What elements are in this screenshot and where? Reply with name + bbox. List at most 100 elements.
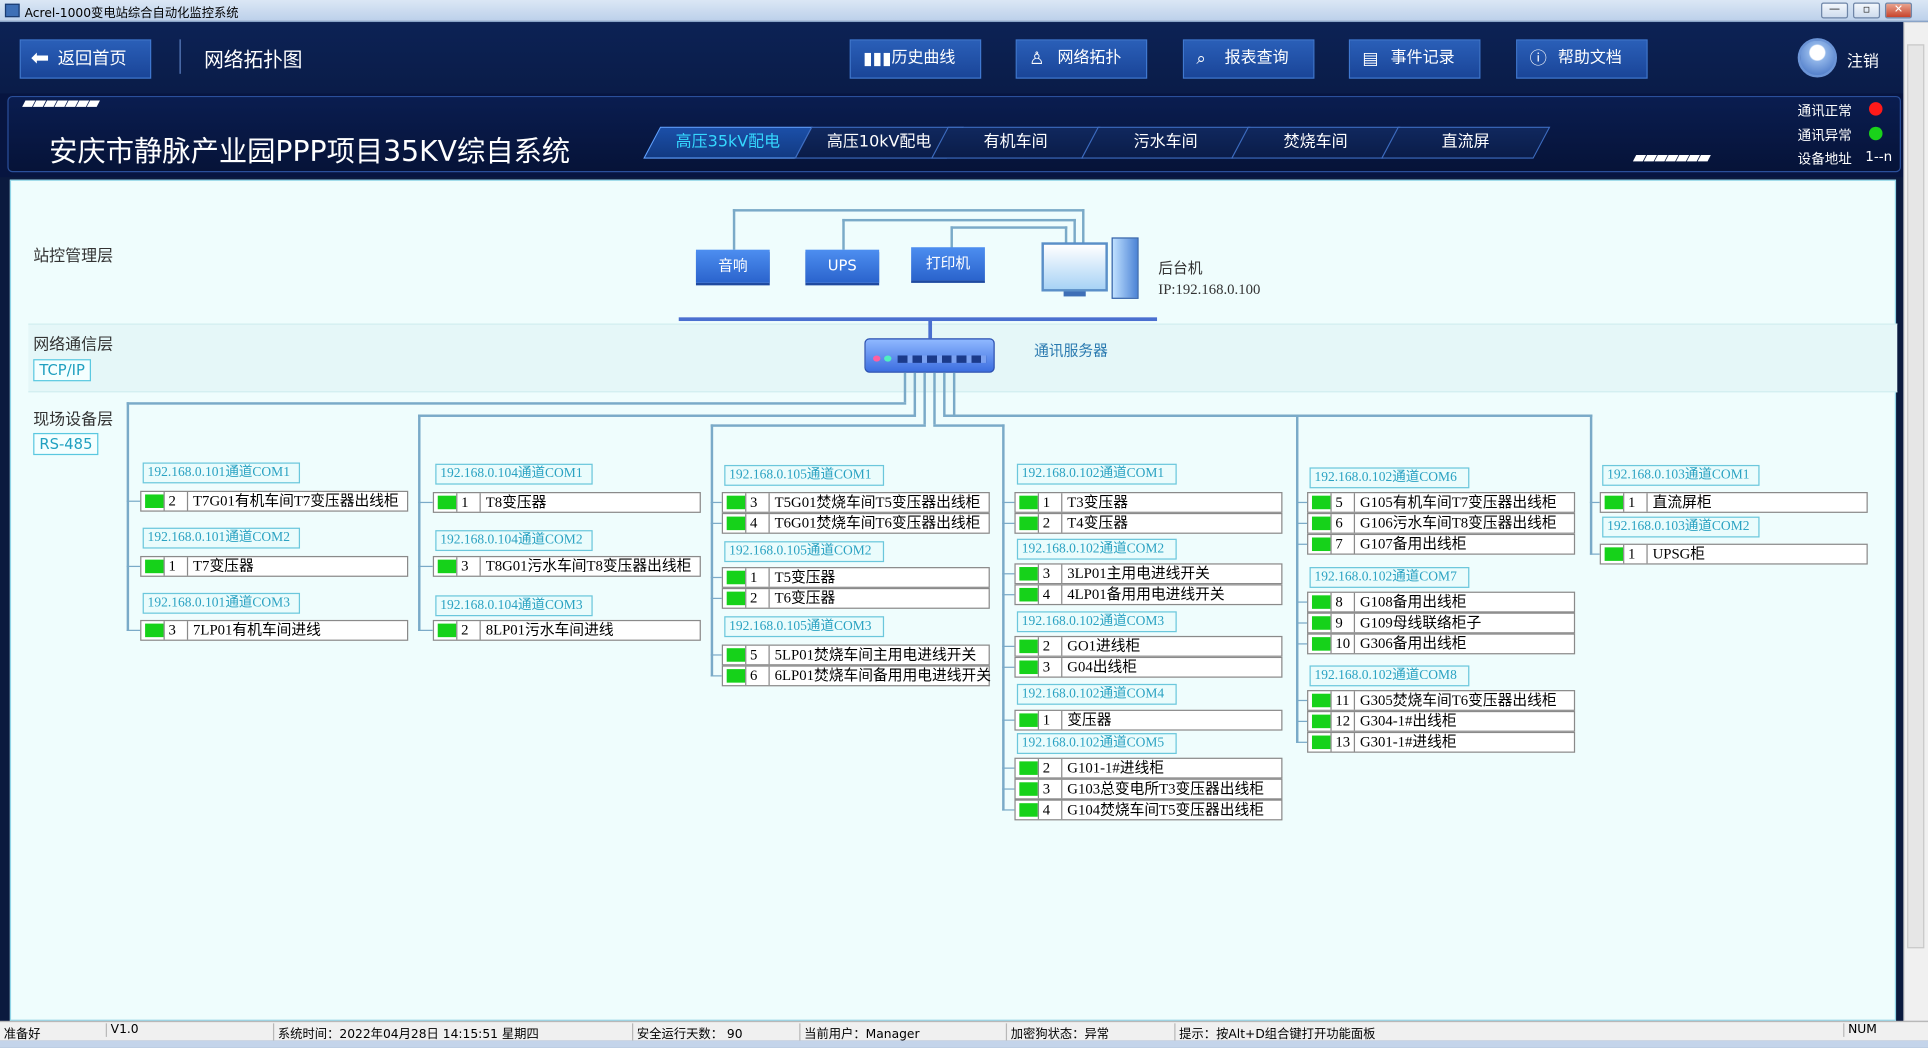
device-row[interactable]: 3 7LP01有机车间进线 [140, 619, 409, 641]
device-row[interactable]: 1 直流屏柜 [1599, 492, 1868, 513]
nav-report-query-button[interactable]: ⌕ 报表查询 [1182, 39, 1315, 79]
host-computer-icon[interactable] [1041, 237, 1144, 301]
device-row[interactable]: 3 G04出线柜 [1014, 656, 1283, 678]
nav-label: 历史曲线 [891, 49, 956, 68]
tab-35kv[interactable]: 高压35kV配电 [643, 126, 813, 159]
status-led-icon [726, 495, 746, 510]
device-row[interactable]: 2 8LP01污水车间进线 [432, 619, 701, 641]
device-number: 5 [745, 645, 770, 665]
device-name: G104焚烧车间T5变压器出线柜 [1067, 800, 1265, 818]
device-row[interactable]: 2 T7G01有机车间T7变压器出线柜 [140, 490, 409, 512]
tab-incineration-workshop[interactable]: 焚烧车间 [1230, 126, 1401, 159]
device-row[interactable]: 9 G109母线联络柜子 [1307, 612, 1576, 634]
tab-sewage-workshop[interactable]: 污水车间 [1080, 126, 1251, 159]
device-speaker-button[interactable]: 音响 [695, 249, 770, 283]
device-row[interactable]: 1 变压器 [1014, 709, 1283, 731]
device-number: 1 [1623, 493, 1648, 512]
status-led-icon [1019, 567, 1038, 581]
status-led-icon [145, 494, 164, 508]
status-comm-error-label: 通讯异常 [1797, 127, 1852, 144]
device-row[interactable]: 3 G103总变电所T3变压器出线柜 [1014, 778, 1283, 800]
status-bar: 准备好 V1.0 系统时间：2022年04月28日 14:15:51 星期四 安… [0, 1020, 1928, 1042]
device-row[interactable]: 2 T4变压器 [1014, 512, 1283, 534]
wire [1002, 767, 1015, 769]
device-row[interactable]: 2 GO1进线柜 [1014, 635, 1283, 657]
device-row[interactable]: 12 G304-1#出线柜 [1307, 710, 1576, 732]
device-row[interactable]: 1 T5变压器 [721, 567, 990, 588]
device-row[interactable]: 3 3LP01主用电进线开关 [1014, 563, 1283, 585]
device-number: 2 [1037, 514, 1063, 533]
status-led-icon [437, 559, 457, 574]
device-row[interactable]: 2 T6变压器 [721, 587, 990, 609]
device-address-value: 1--n [1865, 148, 1893, 165]
scrollbar-thumb[interactable] [1907, 44, 1925, 949]
device-number: 2 [1037, 637, 1063, 656]
device-row[interactable]: 6 6LP01焚烧车间备用用电进线开关 [721, 665, 991, 687]
stripes-decoration-icon: ▰▰▰▰▰▰▰ [22, 93, 100, 114]
wire [950, 226, 953, 250]
device-row[interactable]: 4 4LP01备用用电进线开关 [1014, 584, 1283, 606]
channel-title: 192.168.0.102通道COM2 [1016, 538, 1177, 560]
device-row[interactable]: 4 G104焚烧车间T5变压器出线柜 [1014, 799, 1283, 821]
device-row[interactable]: 2 G101-1#进线柜 [1014, 757, 1283, 779]
nav-event-record-button[interactable]: ▤ 事件记录 [1348, 39, 1481, 79]
nav-network-topology-button[interactable]: ♙ 网络拓扑 [1015, 39, 1148, 79]
wire [933, 372, 936, 425]
tab-dc-panel[interactable]: 直流屏 [1380, 126, 1551, 159]
bus-drop-line [928, 318, 933, 339]
channel-title: 192.168.0.103通道COM1 [1602, 464, 1760, 486]
device-row[interactable]: 3 T8G01污水车间T8变压器出线柜 [432, 555, 701, 577]
nav-history-curve-button[interactable]: ▮▮▮ 历史曲线 [849, 39, 982, 79]
device-printer-button[interactable]: 打印机 [911, 247, 985, 281]
status-led-icon [1019, 761, 1038, 775]
device-name: GO1进线柜 [1067, 637, 1141, 655]
device-row[interactable]: 11 G305焚烧车间T6变压器出线柜 [1307, 690, 1576, 711]
device-name: T5G01焚烧车间T5变压器出线柜 [774, 493, 981, 511]
layer-network-label: 网络通信层 [33, 335, 114, 355]
tab-organic-workshop[interactable]: 有机车间 [930, 126, 1101, 159]
channel-title: 192.168.0.104通道COM3 [435, 595, 593, 617]
host-name: 后台机 [1158, 259, 1203, 277]
vertical-scrollbar[interactable] [1903, 22, 1928, 1021]
wire [1295, 543, 1308, 545]
wire [126, 629, 141, 631]
device-row[interactable]: 5 5LP01焚烧车间主用电进线开关 [721, 644, 990, 666]
status-led-icon [1019, 516, 1038, 531]
back-home-button[interactable]: ⬅ 返回首页 [19, 39, 152, 79]
user-avatar-icon[interactable] [1797, 38, 1838, 78]
logout-link[interactable]: 注销 [1847, 48, 1879, 71]
device-name: G109母线联络柜子 [1359, 613, 1482, 631]
app-icon [4, 3, 20, 18]
device-row[interactable]: 1 T7变压器 [140, 555, 409, 577]
device-row[interactable]: 8 G108备用出线柜 [1307, 591, 1576, 613]
device-number: 8 [1330, 592, 1356, 612]
wire [1002, 501, 1015, 504]
device-row[interactable]: 3 T5G01焚烧车间T5变压器出线柜 [721, 492, 990, 513]
device-row[interactable]: 1 UPSG柜 [1599, 543, 1868, 565]
device-row[interactable]: 6 G106污水车间T8变压器出线柜 [1307, 512, 1576, 534]
device-name: T8变压器 [485, 493, 547, 511]
device-row[interactable]: 1 T3变压器 [1014, 492, 1283, 513]
device-row[interactable]: 13 G301-1#进线柜 [1307, 731, 1576, 753]
device-row[interactable]: 1 T8变压器 [432, 492, 701, 513]
maximize-button[interactable]: ▫ [1853, 2, 1881, 19]
layer-station-label: 站控管理层 [33, 247, 114, 266]
device-row[interactable]: 10 G306备用出线柜 [1307, 633, 1576, 655]
device-name: T5变压器 [774, 568, 836, 586]
device-name: T6变压器 [774, 589, 836, 607]
device-name: T4变压器 [1067, 514, 1128, 532]
wire [1589, 553, 1600, 555]
device-row[interactable]: 7 G107备用出线柜 [1307, 533, 1576, 555]
comm-server-icon[interactable] [864, 338, 995, 373]
wire [1002, 809, 1015, 811]
nav-help-doc-button[interactable]: ⓘ 帮助文档 [1516, 39, 1648, 79]
wire [710, 576, 722, 579]
minimize-button[interactable]: — [1821, 2, 1849, 19]
status-led-icon [437, 495, 457, 510]
device-row[interactable]: 4 T6G01焚烧车间T6变压器出线柜 [721, 512, 990, 534]
device-row[interactable]: 5 G105有机车间T7变压器出线柜 [1307, 492, 1576, 513]
wire [1295, 414, 1299, 743]
status-led-icon [1019, 713, 1038, 727]
close-button[interactable]: ✕ [1884, 2, 1913, 19]
device-ups-button[interactable]: UPS [805, 249, 880, 283]
